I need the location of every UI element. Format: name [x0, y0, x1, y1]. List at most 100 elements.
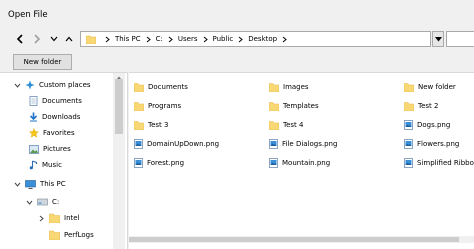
file-name: Mountain.png [282, 159, 331, 167]
file-name: New folder [418, 83, 456, 91]
download-arrow-icon [29, 112, 38, 122]
navigation-scrollbar[interactable] [113, 73, 125, 249]
documents-icon [29, 96, 38, 106]
breadcrumb-chevron-icon [238, 36, 243, 43]
folder-icon [134, 120, 144, 130]
file-item-test-3[interactable]: Test 3 [134, 119, 168, 131]
folder-icon [86, 35, 96, 44]
scrollbar-thumb[interactable] [115, 79, 123, 134]
tree-item-favorites[interactable]: Favorites [29, 126, 75, 140]
file-item-images[interactable]: Images [269, 81, 309, 93]
window-title: Open File [8, 10, 48, 20]
navigation-pane[interactable]: Custom places Documents Downloads Favori… [0, 72, 128, 249]
up-button[interactable] [62, 29, 76, 49]
forward-button[interactable] [30, 29, 44, 49]
file-item-test-2[interactable]: Test 2 [404, 100, 438, 112]
file-name: Templates [283, 102, 319, 110]
music-note-icon [29, 160, 38, 170]
file-item-simplified-ribbon-png[interactable]: Simplified Ribbo [404, 157, 474, 169]
breadcrumb-public[interactable]: Public [213, 35, 234, 43]
file-name: Images [283, 83, 309, 91]
breadcrumb-chevron-icon [105, 36, 110, 43]
file-name: Test 4 [283, 121, 304, 129]
file-name: DomainUpDown.png [147, 140, 220, 148]
folder-icon [49, 213, 60, 223]
breadcrumb-this-pc[interactable]: This PC [115, 35, 141, 43]
recent-locations-button[interactable] [47, 29, 61, 49]
file-item-new-folder[interactable]: New folder [404, 81, 456, 93]
tree-item-label: PerfLogs [64, 231, 94, 239]
breadcrumb-desktop[interactable]: Desktop [248, 35, 277, 43]
scrollbar-thumb[interactable] [129, 237, 459, 242]
tree-item-label: Downloads [42, 113, 81, 121]
tree-item-intel[interactable]: Intel [37, 211, 80, 225]
drive-icon [37, 198, 48, 206]
file-item-programs[interactable]: Programs [134, 100, 181, 112]
up-arrow-icon [65, 36, 73, 42]
chevron-down-icon[interactable] [13, 83, 21, 88]
tree-item-this-pc[interactable]: This PC [13, 177, 66, 191]
pictures-icon [29, 144, 39, 154]
star-icon [29, 128, 39, 138]
file-name: Forest.png [147, 159, 185, 167]
open-file-dialog: Open File This PC C: Users Public Deskto… [0, 0, 474, 249]
file-item-forest-png[interactable]: Forest.png [134, 157, 184, 169]
breadcrumb-users[interactable]: Users [178, 35, 198, 43]
image-file-icon [269, 139, 278, 149]
tree-item-label: This PC [40, 180, 66, 188]
image-file-icon [269, 158, 278, 168]
file-list[interactable]: Documents Images New folder Programs Tem… [129, 72, 474, 249]
file-item-documents[interactable]: Documents [134, 81, 188, 93]
tree-item-pictures[interactable]: Pictures [29, 142, 71, 156]
file-item-test-4[interactable]: Test 4 [269, 119, 303, 131]
dropdown-triangle-icon [434, 36, 442, 41]
image-file-icon [134, 139, 143, 149]
breadcrumb-c-drive[interactable]: C: [156, 35, 163, 43]
image-file-icon [404, 158, 413, 168]
image-file-icon [404, 139, 413, 149]
file-item-file-dialogs-png[interactable]: File Dialogs.png [269, 138, 337, 150]
folder-icon [404, 82, 414, 92]
address-history-dropdown[interactable] [432, 31, 444, 47]
chevron-right-icon[interactable] [37, 215, 45, 222]
address-bar[interactable]: This PC C: Users Public Desktop [80, 31, 431, 47]
new-folder-button[interactable]: New folder [13, 54, 72, 70]
tree-item-custom-places[interactable]: Custom places [13, 78, 91, 92]
tree-item-perflogs[interactable]: PerfLogs [49, 228, 94, 242]
breadcrumb-chevron-icon [168, 36, 173, 43]
tree-item-label: Pictures [43, 145, 71, 153]
file-item-dogs-png[interactable]: Dogs.png [404, 119, 450, 131]
image-file-icon [134, 158, 143, 168]
tree-item-label: C: [52, 198, 60, 206]
chevron-down-icon[interactable] [13, 182, 21, 187]
tree-item-downloads[interactable]: Downloads [29, 110, 80, 124]
breadcrumb-chevron-icon [203, 36, 208, 43]
tree-item-label: Favorites [43, 129, 75, 137]
computer-icon [25, 179, 36, 189]
back-button[interactable] [13, 29, 27, 49]
file-item-templates[interactable]: Templates [269, 100, 319, 112]
file-list-horizontal-scrollbar[interactable] [129, 236, 474, 243]
file-item-mountain-png[interactable]: Mountain.png [269, 157, 330, 169]
star-sparkle-icon [25, 80, 35, 90]
chevron-down-icon [50, 36, 58, 42]
image-file-icon [404, 120, 413, 130]
file-name: Test 2 [418, 102, 439, 110]
tree-item-music[interactable]: Music [29, 158, 62, 172]
chevron-down-icon[interactable] [25, 200, 33, 205]
tree-item-documents[interactable]: Documents [29, 94, 82, 108]
file-item-flowers-png[interactable]: Flowers.png [404, 138, 459, 150]
file-name: Simplified Ribbo [417, 159, 474, 167]
file-name: Test 3 [148, 121, 169, 129]
folder-icon [134, 101, 144, 111]
file-name: Documents [148, 83, 188, 91]
tree-item-label: Music [42, 161, 62, 169]
tree-item-c-drive[interactable]: C: [25, 195, 59, 209]
folder-icon [49, 230, 60, 240]
folder-icon [269, 82, 279, 92]
file-item-domainupdown-png[interactable]: DomainUpDown.png [134, 138, 219, 150]
breadcrumb-chevron-icon [282, 36, 287, 43]
search-input[interactable] [446, 31, 474, 47]
forward-arrow-icon [34, 34, 41, 44]
folder-icon [134, 82, 144, 92]
